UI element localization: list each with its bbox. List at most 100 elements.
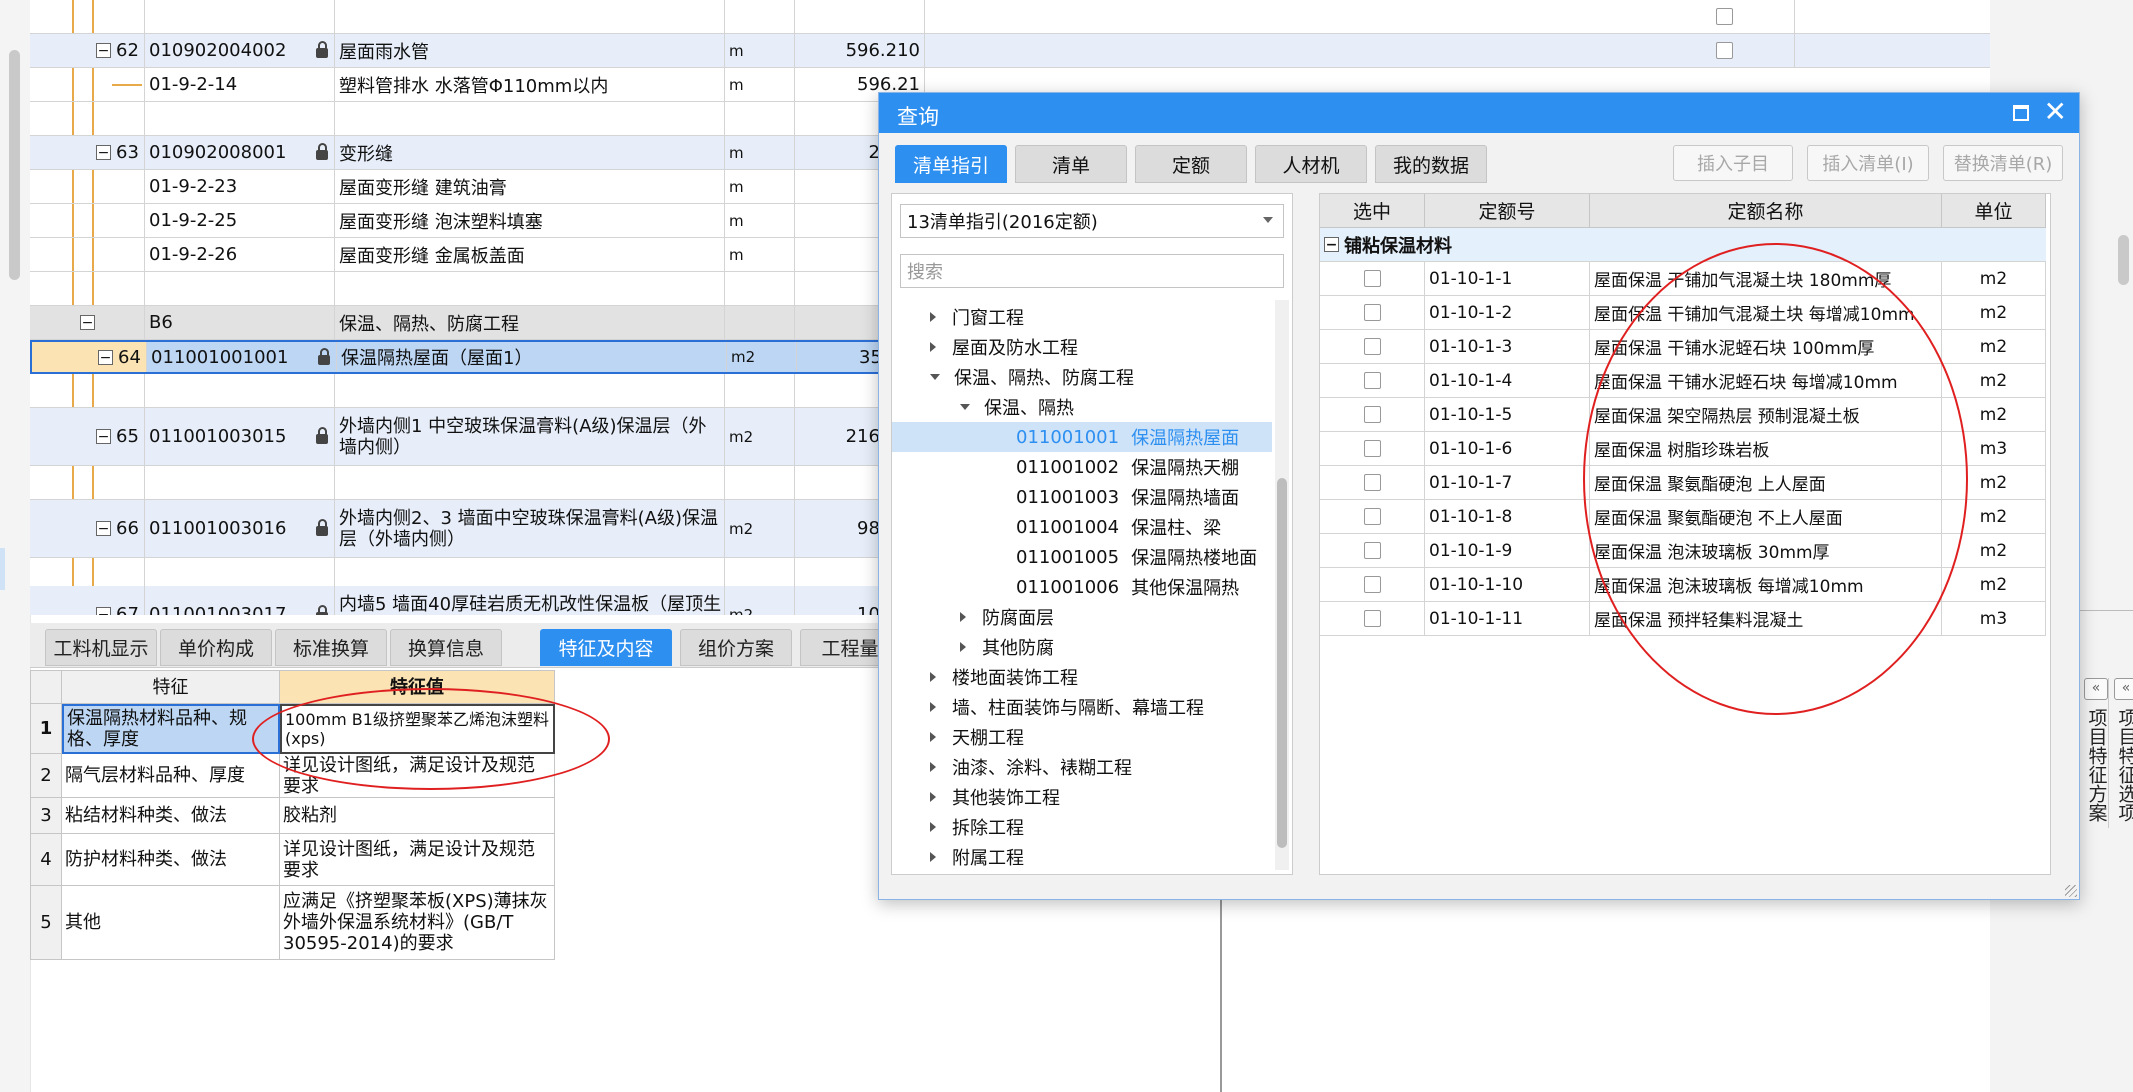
search-input[interactable]: 搜索 xyxy=(900,254,1284,288)
tree-node[interactable]: 011001003 保温隔热墙面 xyxy=(1016,482,1239,512)
row-checkbox[interactable] xyxy=(1363,338,1381,355)
close-icon[interactable]: ✕ xyxy=(2044,96,2067,128)
feature-value[interactable]: 详见设计图纸，满足设计及规范要求 xyxy=(280,834,555,886)
tree-node[interactable]: 门窗工程 xyxy=(930,302,1024,332)
row-checkbox[interactable] xyxy=(1363,406,1381,423)
collapse-icon[interactable]: − xyxy=(96,521,111,536)
row-checkbox[interactable] xyxy=(1363,304,1381,321)
expand-icon[interactable] xyxy=(930,822,936,832)
tab-bill[interactable]: 清单 xyxy=(1015,145,1127,183)
tab-pricing-scheme[interactable]: 组价方案 xyxy=(680,629,792,666)
tree-node[interactable]: 其他防腐 xyxy=(960,632,1054,662)
collapse-icon[interactable] xyxy=(930,374,940,380)
side-tab-feature-options[interactable]: « 项目特征选项 xyxy=(2108,678,2133,828)
tab-unit-price[interactable]: 单价构成 xyxy=(160,629,272,666)
collapse-icon[interactable]: − xyxy=(1324,237,1339,252)
tree-node[interactable]: 保温、隔热、防腐工程 xyxy=(930,362,1134,392)
feature-value[interactable]: 详见设计图纸，满足设计及规范要求 xyxy=(280,754,555,798)
replace-bill-button[interactable]: 替换清单(R) xyxy=(1943,145,2063,181)
tree-node[interactable]: 011001002 保温隔热天棚 xyxy=(1016,452,1239,482)
expand-icon[interactable] xyxy=(930,702,936,712)
tree-node[interactable]: 011001005 保温隔热楼地面 xyxy=(1016,542,1257,572)
row-checkbox[interactable] xyxy=(1716,8,1733,25)
quota-row[interactable]: 01-10-1-7 屋面保温 聚氨酯硬泡 上人屋面 m2 xyxy=(1320,466,2046,500)
table-row[interactable]: −62 010902004002 屋面雨水管 m 596.210 xyxy=(30,34,1990,68)
row-checkbox[interactable] xyxy=(1363,542,1381,559)
row-checkbox[interactable] xyxy=(1363,576,1381,593)
tree-scrollbar[interactable] xyxy=(1275,300,1289,870)
feature-name[interactable]: 隔气层材料品种、厚度 xyxy=(62,754,280,798)
collapse-icon[interactable]: − xyxy=(80,315,95,330)
quota-group-row[interactable]: − 铺粘保温材料 xyxy=(1320,228,2046,262)
tree-node[interactable]: 墙、柱面装饰与隔断、幕墙工程 xyxy=(930,692,1204,722)
tree-node[interactable]: 拆除工程 xyxy=(930,812,1024,842)
right-scrollbar[interactable] xyxy=(2118,235,2129,285)
feature-name[interactable]: 保温隔热材料品种、规格、厚度 xyxy=(62,704,280,754)
quota-row[interactable]: 01-10-1-1 屋面保温 干铺加气混凝土块 180mm厚 m2 xyxy=(1320,262,2046,296)
tree-node[interactable]: 011001004 保温柱、梁 xyxy=(1016,512,1221,542)
resize-grip-icon[interactable] xyxy=(2065,885,2077,897)
tree-node[interactable]: 011001006 其他保温隔热 xyxy=(1016,572,1239,602)
row-checkbox[interactable] xyxy=(1363,474,1381,491)
feature-name[interactable]: 粘结材料种类、做法 xyxy=(62,798,280,834)
quota-row[interactable]: 01-10-1-8 屋面保温 聚氨酯硬泡 不上人屋面 m2 xyxy=(1320,500,2046,534)
quota-row[interactable]: 01-10-1-5 屋面保温 架空隔热层 预制混凝土板 m2 xyxy=(1320,398,2046,432)
tree-node[interactable]: 楼地面装饰工程 xyxy=(930,662,1078,692)
collapse-icon[interactable]: − xyxy=(98,349,113,365)
tab-features[interactable]: 特征及内容 xyxy=(540,629,672,666)
expand-icon[interactable] xyxy=(930,672,936,682)
tree-node[interactable]: 油漆、涂料、裱糊工程 xyxy=(930,752,1132,782)
expand-icon[interactable] xyxy=(930,342,936,352)
collapse-icon[interactable] xyxy=(960,404,970,410)
expand-icon[interactable] xyxy=(930,852,936,862)
expand-icon[interactable] xyxy=(930,792,936,802)
feature-name[interactable]: 防护材料种类、做法 xyxy=(62,834,280,886)
chevron-left-icon[interactable]: « xyxy=(2114,678,2133,700)
chevron-left-icon[interactable]: « xyxy=(2084,678,2108,700)
quota-row[interactable]: 01-10-1-9 屋面保温 泡沫玻璃板 30mm厚 m2 xyxy=(1320,534,2046,568)
row-checkbox[interactable] xyxy=(1363,610,1381,627)
dialog-titlebar[interactable]: 查询 ✕ xyxy=(879,93,2079,133)
tab-my-data[interactable]: 我的数据 xyxy=(1375,145,1487,183)
tree-node[interactable]: 其他装饰工程 xyxy=(930,782,1060,812)
tree-node[interactable]: 防腐面层 xyxy=(960,602,1054,632)
quota-row[interactable]: 01-10-1-3 屋面保温 干铺水泥蛭石块 100mm厚 m2 xyxy=(1320,330,2046,364)
guide-select[interactable]: 13清单指引(2016定额) xyxy=(900,204,1284,238)
tree-node[interactable]: 保温、隔热 xyxy=(960,392,1074,422)
tree-node[interactable]: 附属工程 xyxy=(930,842,1024,872)
tab-bill-guide[interactable]: 清单指引 xyxy=(895,145,1007,183)
quota-row[interactable]: 01-10-1-11 屋面保温 预拌轻集料混凝土 m3 xyxy=(1320,602,2046,636)
tree-node-selected[interactable]: 011001001 保温隔热屋面 xyxy=(892,422,1272,452)
tab-quota[interactable]: 定额 xyxy=(1135,145,1247,183)
feature-value[interactable]: 胶粘剂 xyxy=(280,798,555,834)
insert-subitem-button[interactable]: 插入子目 xyxy=(1673,145,1793,181)
row-checkbox[interactable] xyxy=(1363,440,1381,457)
row-checkbox[interactable] xyxy=(1363,372,1381,389)
tree-node[interactable]: 屋面及防水工程 xyxy=(930,332,1078,362)
row-checkbox[interactable] xyxy=(1716,42,1733,59)
quota-row[interactable]: 01-10-1-2 屋面保温 干铺加气混凝土块 每增减10mm m2 xyxy=(1320,296,2046,330)
expand-icon[interactable] xyxy=(960,642,966,652)
feature-value-input[interactable]: 100mm B1级挤塑聚苯乙烯泡沫塑料(xps) xyxy=(280,704,555,754)
insert-bill-button[interactable]: 插入清单(I) xyxy=(1807,145,1929,181)
collapse-icon[interactable]: − xyxy=(96,43,111,58)
quota-row[interactable]: 01-10-1-6 屋面保温 树脂珍珠岩板 m3 xyxy=(1320,432,2046,466)
tab-standard-conversion[interactable]: 标准换算 xyxy=(275,629,387,666)
tab-conversion-info[interactable]: 换算信息 xyxy=(390,629,502,666)
feature-value[interactable]: 应满足《挤塑聚苯板(XPS)薄抹灰外墙外保温系统材料》(GB/T 30595-2… xyxy=(280,886,555,960)
left-scrollbar[interactable] xyxy=(9,50,20,280)
tab-labor-material-machine[interactable]: 人材机 xyxy=(1255,145,1367,183)
maximize-icon[interactable] xyxy=(2013,105,2029,121)
tab-material-display[interactable]: 工料机显示 xyxy=(45,629,157,666)
expand-icon[interactable] xyxy=(960,612,966,622)
expand-icon[interactable] xyxy=(930,312,936,322)
tree-node[interactable]: 天棚工程 xyxy=(930,722,1024,752)
expand-icon[interactable] xyxy=(930,732,936,742)
collapse-icon[interactable]: − xyxy=(96,429,111,444)
collapse-icon[interactable]: − xyxy=(96,607,111,615)
table-row[interactable] xyxy=(30,0,1990,34)
quota-row[interactable]: 01-10-1-10 屋面保温 泡沫玻璃板 每增减10mm m2 xyxy=(1320,568,2046,602)
collapse-icon[interactable]: − xyxy=(96,145,111,160)
row-checkbox[interactable] xyxy=(1363,508,1381,525)
quota-row[interactable]: 01-10-1-4 屋面保温 干铺水泥蛭石块 每增减10mm m2 xyxy=(1320,364,2046,398)
